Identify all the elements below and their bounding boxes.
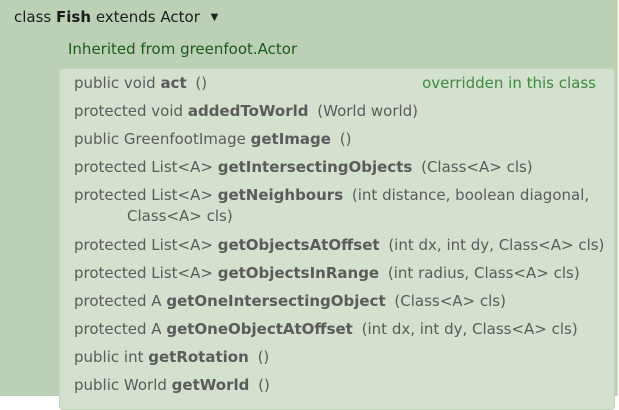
method-row-getWorld[interactable]: public World getWorld () [74,375,606,396]
method-name: getObjectsAtOffset [217,236,380,254]
method-name: getOneIntersectingObject [166,292,386,310]
method-params: (Class<A> cls) [421,158,533,176]
method-params: () [257,348,270,366]
method-params: (int radius, Class<A> cls) [387,264,580,282]
method-modifiers: protected List<A> [74,264,213,282]
method-name: addedToWorld [187,102,309,120]
method-params: (int dx, int dy, Class<A> cls) [388,236,605,254]
method-name: getOneObjectAtOffset [166,320,353,338]
methods-panel: public void act () overridden in this cl… [59,68,615,410]
caret-down-icon[interactable]: ▼ [211,12,219,23]
method-name: getNeighbours [217,186,344,204]
method-name: getWorld [171,376,250,394]
method-modifiers: public void [74,74,156,92]
method-params: (int distance, boolean diagonal, [351,186,590,204]
method-row-getNeighbours[interactable]: protected List<A> getNeighbours (int dis… [74,185,606,227]
method-row-getImage[interactable]: public GreenfootImage getImage () [74,129,606,150]
class-header[interactable]: class Fish extends Actor ▼ [14,8,218,26]
method-modifiers: protected void [74,102,184,120]
method-name: getRotation [148,348,249,366]
method-modifiers: protected A [74,292,162,310]
overridden-note: overridden in this class [422,74,596,92]
method-params-continuation: Class<A> cls) [127,207,233,225]
class-name: Fish [56,8,92,26]
class-keyword: class [14,8,52,26]
method-row-getIntersectingObjects[interactable]: protected List<A> getIntersectingObjects… [74,157,606,178]
method-params: (Class<A> cls) [394,292,506,310]
method-row-getRotation[interactable]: public int getRotation () [74,347,606,368]
method-modifiers: protected List<A> [74,158,213,176]
method-row-getObjectsAtOffset[interactable]: protected List<A> getObjectsAtOffset (in… [74,235,606,256]
method-params: () [339,130,352,148]
method-params: () [195,74,208,92]
extends-keyword: extends [95,8,156,26]
method-params: (World world) [317,102,419,120]
method-name: act [160,74,187,92]
method-row-act[interactable]: public void act () overridden in this cl… [74,73,606,94]
method-params: () [258,376,270,394]
method-row-getObjectsInRange[interactable]: protected List<A> getObjectsInRange (int… [74,263,606,284]
method-name: getImage [250,130,331,148]
method-modifiers: protected List<A> [74,186,213,204]
method-modifiers: protected A [74,320,162,338]
method-modifiers: protected List<A> [74,236,213,254]
method-row-getOneObjectAtOffset[interactable]: protected A getOneObjectAtOffset (int dx… [74,319,606,340]
method-row-getOneIntersectingObject[interactable]: protected A getOneIntersectingObject (Cl… [74,291,606,312]
method-name: getIntersectingObjects [217,158,413,176]
method-modifiers: public World [74,376,167,394]
method-modifiers: public int [74,348,144,366]
method-modifiers: public GreenfootImage [74,130,246,148]
class-inspector-frame: class Fish extends Actor ▼ Inherited fro… [0,0,618,410]
inherited-from-label: Inherited from greenfoot.Actor [68,40,298,58]
method-params: (int dx, int dy, Class<A> cls) [361,320,578,338]
superclass-name: Actor [160,8,200,26]
method-row-addedToWorld[interactable]: protected void addedToWorld (World world… [74,101,606,122]
method-name: getObjectsInRange [217,264,380,282]
